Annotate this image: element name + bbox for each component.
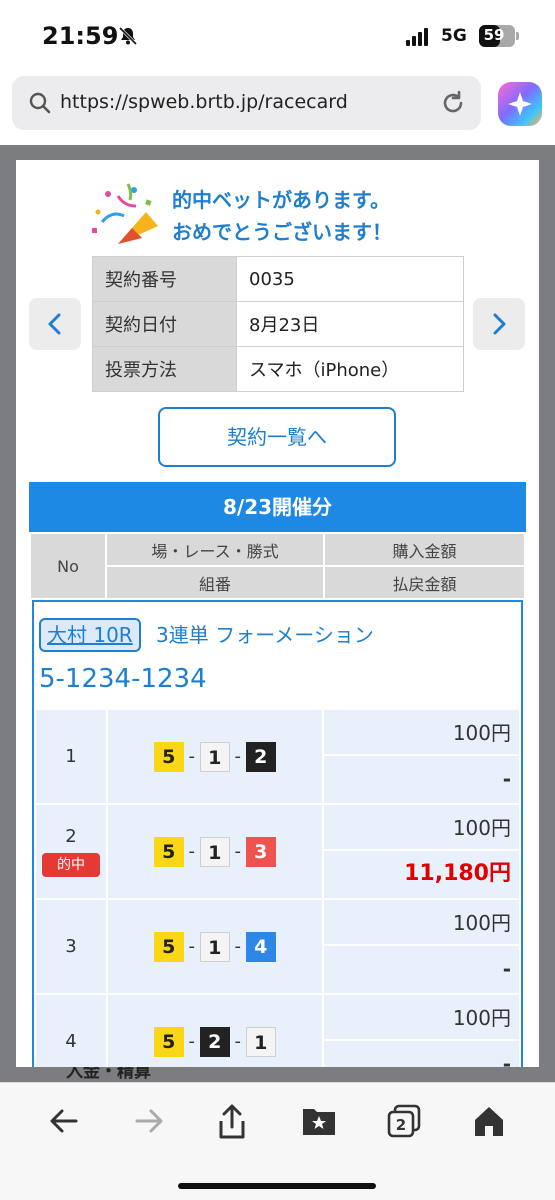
table-row: 2 的中 5-1-3 100円 11,180円 (34, 803, 522, 900)
boat-number: 5 (153, 836, 184, 867)
payout-amount: - (502, 1052, 511, 1067)
payout-amount: - (502, 767, 511, 791)
col-race: 場・レース・勝式 (105, 532, 325, 567)
contract-label: 契約日付 (92, 301, 237, 347)
battery-level: 59 (483, 26, 505, 44)
boat-number: 1 (199, 931, 230, 962)
row-combination: 5-1-3 (105, 803, 324, 900)
status-bar: 21:59 5G 59 (0, 0, 555, 70)
signal-icon (406, 28, 430, 50)
search-icon (29, 92, 51, 114)
chevron-left-icon (48, 313, 61, 335)
svg-text:2: 2 (396, 1116, 406, 1134)
boat-number: 3 (245, 836, 276, 867)
col-kumiban: 組番 (105, 565, 325, 600)
contract-info-table: 契約番号 0035 契約日付 8月23日 投票方法 スマホ（iPhone） (92, 256, 464, 392)
purchase-amount: 100円 (323, 900, 519, 946)
contract-row: 契約日付 8月23日 (92, 301, 464, 347)
table-row: 3 5-1-4 100円 - (34, 898, 522, 995)
boat-number: 1 (199, 741, 230, 772)
boat-number: 2 (199, 1026, 230, 1057)
col-payout: 払戻金額 (323, 565, 526, 600)
ticket-type: 3連単 フォーメーション (156, 623, 374, 647)
chevron-right-icon (493, 313, 506, 335)
boat-number: 5 (153, 1026, 184, 1057)
column-header: No 場・レース・勝式 購入金額 組番 払戻金額 (29, 532, 526, 600)
bell-muted-icon (118, 26, 138, 46)
purchase-amount: 100円 (323, 805, 519, 851)
contract-row: 投票方法 スマホ（iPhone） (92, 346, 464, 392)
reload-icon[interactable] (439, 89, 467, 117)
hit-bet-modal: 的中ベットがあります。 おめでとうございます！ 契約番号 0035 契約日付 8… (16, 160, 539, 1067)
purchase-amount: 100円 (323, 995, 519, 1041)
party-popper-icon (92, 183, 158, 244)
hit-badge: 的中 (41, 853, 100, 877)
contract-value: 0035 (236, 256, 464, 302)
address-bar[interactable]: https://spweb.brtb.jp/racecard (12, 76, 481, 130)
row-combination: 5-1-2 (105, 708, 324, 805)
contract-label: 契約番号 (92, 256, 237, 302)
boat-number: 5 (153, 931, 184, 962)
congrats-message: 的中ベットがあります。 おめでとうございます！ (16, 178, 539, 248)
status-time: 21:59 (42, 22, 119, 50)
share-icon[interactable] (214, 1103, 250, 1141)
network-type: 5G (441, 26, 467, 46)
battery-icon: 59 (479, 25, 519, 47)
day-header: 8/23開催分 (29, 482, 526, 532)
contract-value: スマホ（iPhone） (236, 346, 464, 392)
row-no: 3 (34, 898, 108, 995)
formation-combo: 5-1234-1234 (39, 664, 207, 694)
boat-number: 1 (245, 1026, 276, 1057)
contract-label: 投票方法 (92, 346, 237, 392)
forward-arrow-icon[interactable] (131, 1103, 167, 1139)
row-no: 2 的中 (34, 803, 108, 900)
boat-number: 5 (153, 741, 184, 772)
url-text[interactable]: https://spweb.brtb.jp/racecard (60, 91, 348, 113)
congrats-line-1: 的中ベットがあります。 (172, 188, 390, 212)
contract-value: 8月23日 (236, 301, 464, 347)
col-no: No (29, 532, 107, 600)
assistant-icon[interactable] (498, 82, 542, 126)
congrats-line-2: おめでとうございます！ (172, 220, 392, 244)
back-arrow-icon[interactable] (46, 1103, 82, 1139)
row-no: 1 (34, 708, 108, 805)
table-row: 1 5-1-2 100円 - (34, 708, 522, 805)
bet-card: 大村 10R 3連単 フォーメーション 5-1234-1234 1 5-1-2 … (32, 600, 523, 1067)
home-indicator (178, 1183, 376, 1189)
table-row: 4 5-2-1 100円 - (34, 993, 522, 1067)
next-contract-button[interactable] (473, 298, 525, 350)
payout-amount: 11,180円 (404, 861, 511, 886)
contract-list-button[interactable]: 契約一覧へ (158, 407, 396, 467)
payout-amount: - (502, 957, 511, 981)
boat-number: 1 (199, 836, 230, 867)
race-link[interactable]: 大村 10R (39, 618, 141, 652)
prev-contract-button[interactable] (29, 298, 81, 350)
row-combination: 5-1-4 (105, 898, 324, 995)
col-purchase: 購入金額 (323, 532, 526, 567)
boat-number: 4 (245, 931, 276, 962)
tabs-icon[interactable]: 2 (386, 1103, 422, 1139)
boat-number: 2 (245, 741, 276, 772)
row-no: 4 (34, 993, 108, 1067)
purchase-amount: 100円 (323, 710, 519, 756)
contract-row: 契約番号 0035 (92, 256, 464, 302)
bet-rows: 1 5-1-2 100円 - 2 的中 5-1-3 100円 11,180円 3… (34, 708, 522, 1067)
browser-toolbar: 2 (0, 1082, 555, 1200)
bookmarks-icon[interactable] (300, 1103, 338, 1139)
row-combination: 5-2-1 (105, 993, 324, 1067)
home-icon[interactable] (471, 1103, 507, 1139)
